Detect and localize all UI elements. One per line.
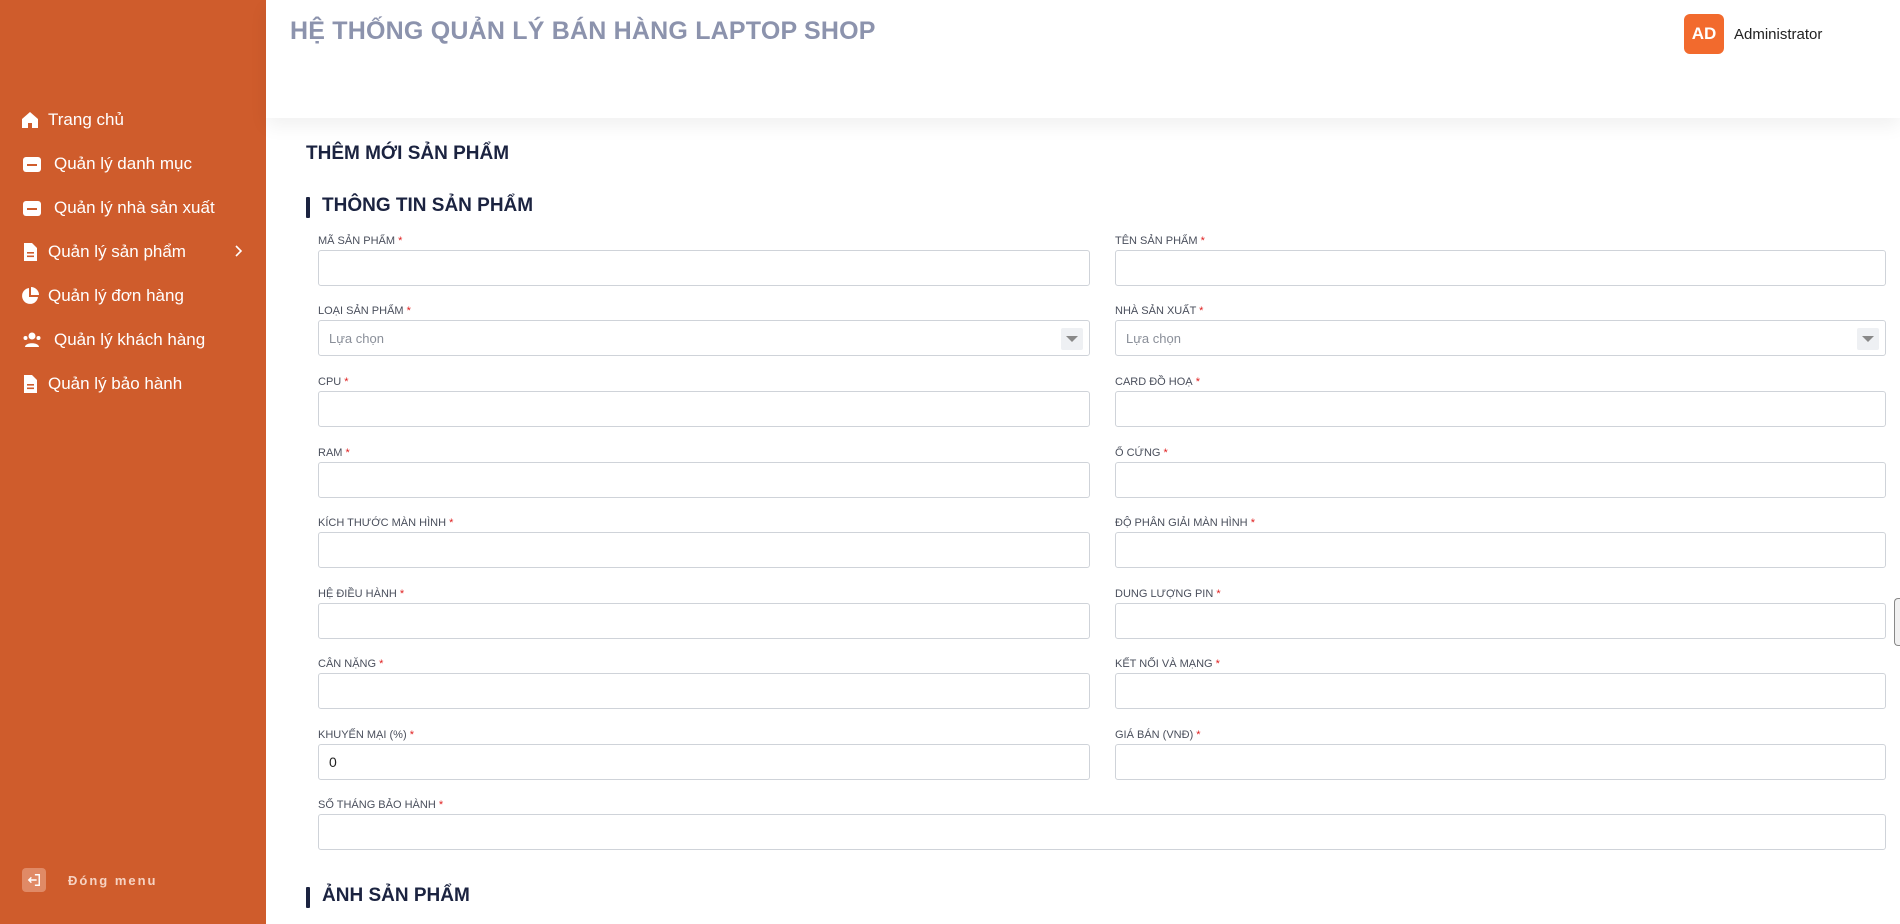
- field-so-thang-bao-hanh: SỐ THÁNG BẢO HÀNH *: [318, 799, 1886, 856]
- section-title-images: ẢNH SẢN PHẨM: [306, 885, 470, 908]
- field-dung-luong-pin: DUNG LƯỢNG PIN *: [1115, 588, 1886, 645]
- ten-san-pham-input[interactable]: [1115, 250, 1886, 286]
- chevron-right-icon: [230, 243, 246, 259]
- field-label: KẾT NỐI VÀ MẠNG *: [1115, 658, 1220, 670]
- sidebar: Trang chủ Quản lý danh mục Quản lý nhà s…: [0, 0, 266, 924]
- sidebar-item-label: Quản lý nhà sản xuất: [54, 198, 215, 217]
- field-label: KHUYẾN MẠI (%) *: [318, 729, 414, 741]
- sidebar-item-label: Trang chủ: [48, 110, 124, 129]
- sidebar-item-label: Quản lý danh mục: [54, 154, 192, 173]
- field-ram: RAM *: [318, 447, 1090, 504]
- avatar: AD: [1684, 14, 1724, 54]
- ram-input[interactable]: [318, 462, 1090, 498]
- document-icon: [20, 242, 40, 262]
- chevron-down-icon: [1857, 328, 1879, 350]
- field-label: RAM *: [318, 447, 350, 459]
- document-icon: [20, 374, 40, 394]
- field-label: CÂN NẶNG *: [318, 658, 384, 670]
- top-header: HỆ THỐNG QUẢN LÝ BÁN HÀNG LAPTOP SHOP AD…: [266, 0, 1900, 118]
- can-nang-input[interactable]: [318, 673, 1090, 709]
- home-icon: [20, 110, 40, 130]
- field-khuyen-mai: KHUYẾN MẠI (%) * 0: [318, 729, 1090, 786]
- select-value: Lựa chọn: [329, 330, 384, 346]
- field-o-cung: Ổ CỨNG *: [1115, 447, 1886, 504]
- sidebar-item-don-hang[interactable]: Quản lý đơn hàng: [0, 274, 266, 318]
- field-label: CPU *: [318, 376, 349, 388]
- select-value: Lựa chọn: [1126, 330, 1181, 346]
- field-label: GIÁ BÁN (VNĐ) *: [1115, 729, 1201, 741]
- sidebar-item-label: Quản lý bảo hành: [48, 374, 183, 393]
- nha-san-xuat-select[interactable]: Lựa chọn: [1115, 320, 1886, 356]
- field-gia-ban: GIÁ BÁN (VNĐ) *: [1115, 729, 1886, 786]
- field-card-do-hoa: CARD ĐỒ HOẠ *: [1115, 376, 1886, 433]
- sidebar-item-san-pham[interactable]: Quản lý sản phẩm: [0, 230, 266, 274]
- field-label: HỆ ĐIỀU HÀNH *: [318, 588, 405, 600]
- sidebar-item-trang-chu[interactable]: Trang chủ: [0, 98, 266, 142]
- field-can-nang: CÂN NẶNG *: [318, 658, 1090, 715]
- user-menu[interactable]: AD Administrator: [1684, 14, 1822, 54]
- folder-icon: [22, 198, 42, 218]
- sidebar-item-bao-hanh[interactable]: Quản lý bảo hành: [0, 362, 266, 406]
- sidebar-item-khach-hang[interactable]: Quản lý khách hàng: [0, 318, 266, 362]
- user-name: Administrator: [1734, 25, 1823, 43]
- he-dieu-hanh-input[interactable]: [318, 603, 1090, 639]
- field-do-phan-giai: ĐỘ PHÂN GIẢI MÀN HÌNH *: [1115, 517, 1886, 574]
- kich-thuoc-man-hinh-input[interactable]: [318, 532, 1090, 568]
- field-label: DUNG LƯỢNG PIN *: [1115, 588, 1221, 600]
- field-label: KÍCH THƯỚC MÀN HÌNH *: [318, 517, 454, 529]
- field-nha-san-xuat: NHÀ SẢN XUẤT * Lựa chọn: [1115, 305, 1886, 362]
- folder-icon: [22, 154, 42, 174]
- field-label: SỐ THÁNG BẢO HÀNH *: [318, 799, 444, 811]
- khuyen-mai-input[interactable]: 0: [318, 744, 1090, 780]
- gia-ban-input[interactable]: [1115, 744, 1886, 780]
- loai-san-pham-select[interactable]: Lựa chọn: [318, 320, 1090, 356]
- chevron-down-icon: [1061, 328, 1083, 350]
- page-title: THÊM MỚI SẢN PHẨM: [306, 143, 510, 164]
- users-icon: [22, 330, 42, 350]
- dung-luong-pin-input[interactable]: [1115, 603, 1886, 639]
- field-label: MÃ SẢN PHẨM *: [318, 235, 403, 247]
- sidebar-item-label: Quản lý đơn hàng: [48, 286, 184, 305]
- sidebar-item-label: Quản lý sản phẩm: [48, 242, 186, 261]
- field-ma-san-pham: MÃ SẢN PHẨM *: [318, 235, 1090, 292]
- logout-icon: [22, 868, 46, 892]
- app-title: HỆ THỐNG QUẢN LÝ BÁN HÀNG LAPTOP SHOP: [290, 17, 876, 45]
- o-cung-input[interactable]: [1115, 462, 1886, 498]
- scrollbar-handle[interactable]: [1894, 598, 1900, 646]
- field-cpu: CPU *: [318, 376, 1090, 433]
- sidebar-item-label: Quản lý khách hàng: [54, 330, 206, 349]
- ket-noi-input[interactable]: [1115, 673, 1886, 709]
- field-label: ĐỘ PHÂN GIẢI MÀN HÌNH *: [1115, 517, 1255, 529]
- close-menu-label: Đóng menu: [68, 872, 158, 888]
- field-kich-thuoc-man-hinh: KÍCH THƯỚC MÀN HÌNH *: [318, 517, 1090, 574]
- do-phan-giai-input[interactable]: [1115, 532, 1886, 568]
- field-ten-san-pham: TÊN SẢN PHẨM *: [1115, 235, 1886, 292]
- field-loai-san-pham: LOẠI SẢN PHẨM * Lựa chọn: [318, 305, 1090, 362]
- cpu-input[interactable]: [318, 391, 1090, 427]
- so-thang-bao-hanh-input[interactable]: [318, 814, 1886, 850]
- sidebar-item-danh-muc[interactable]: Quản lý danh mục: [0, 142, 266, 186]
- sidebar-nav: Trang chủ Quản lý danh mục Quản lý nhà s…: [0, 98, 266, 406]
- sidebar-item-nha-san-xuat[interactable]: Quản lý nhà sản xuất: [0, 186, 266, 230]
- field-ket-noi: KẾT NỐI VÀ MẠNG *: [1115, 658, 1886, 715]
- close-menu-button[interactable]: Đóng menu: [22, 868, 158, 892]
- card-do-hoa-input[interactable]: [1115, 391, 1886, 427]
- field-label: NHÀ SẢN XUẤT *: [1115, 305, 1204, 317]
- pie-chart-icon: [20, 286, 40, 306]
- ma-san-pham-input[interactable]: [318, 250, 1090, 286]
- field-he-dieu-hanh: HỆ ĐIỀU HÀNH *: [318, 588, 1090, 645]
- field-label: Ổ CỨNG *: [1115, 447, 1168, 459]
- section-title-info: THÔNG TIN SẢN PHẨM: [306, 195, 533, 218]
- field-label: LOẠI SẢN PHẨM *: [318, 305, 411, 317]
- field-label: CARD ĐỒ HOẠ *: [1115, 376, 1200, 388]
- field-label: TÊN SẢN PHẨM *: [1115, 235, 1205, 247]
